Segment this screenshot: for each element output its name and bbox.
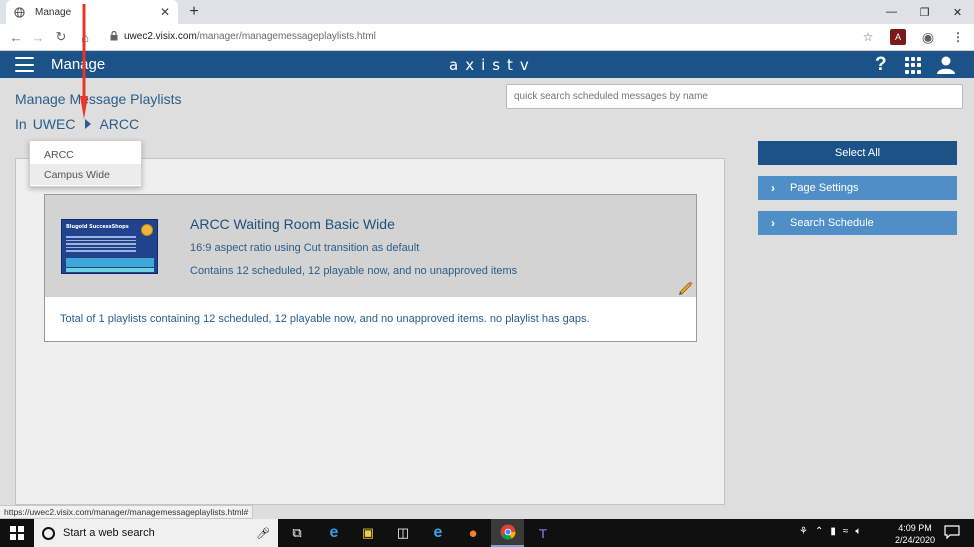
chevron-up-icon[interactable]: ⌃	[815, 526, 823, 537]
breadcrumb-prefix: In	[15, 116, 27, 132]
cortana-icon	[42, 526, 55, 540]
lock-icon	[110, 31, 118, 41]
window-controls: — ❐ ✕	[875, 0, 974, 24]
dropdown-item-campus-wide[interactable]: Campus Wide	[30, 164, 141, 185]
browser-tab-bar: Manage ✕ + — ❐ ✕	[0, 0, 974, 24]
chrome-icon[interactable]	[491, 519, 524, 547]
star-icon[interactable]: ☆	[860, 29, 876, 45]
taskbar-search-label: Start a web search	[63, 527, 155, 539]
url-field[interactable]: uwec2.visix.com/manager/managemessagepla…	[124, 31, 376, 42]
forward-icon[interactable]: →	[30, 29, 46, 45]
breadcrumb-uwec[interactable]: UWEC	[33, 116, 76, 132]
page-settings-button[interactable]: › Page Settings	[758, 176, 957, 200]
notification-icon[interactable]	[944, 525, 960, 539]
thumbnail-title: Blugold SuccessShops	[66, 224, 129, 230]
browser-tab[interactable]: Manage ✕	[6, 0, 178, 24]
location-dropdown: ARCC Campus Wide	[29, 140, 142, 187]
chevron-right-icon: ›	[771, 181, 775, 195]
annotation-arrow-icon	[80, 4, 88, 119]
user-icon[interactable]	[936, 56, 956, 74]
restore-icon[interactable]: ❐	[908, 0, 941, 24]
new-tab-button[interactable]: +	[186, 3, 202, 21]
edit-pencil-icon[interactable]	[677, 278, 694, 295]
battery-icon[interactable]: ▮	[830, 526, 836, 537]
microphone-icon[interactable]: 🎤︎	[256, 527, 270, 540]
wifi-icon[interactable]: ≈	[843, 526, 849, 537]
clock-time: 4:09 PM	[898, 523, 932, 533]
playlist-aspect: 16:9 aspect ratio using Cut transition a…	[190, 242, 420, 254]
taskbar: Start a web search 🎤︎ ⧉ e ▣ ◫ e ● T ⚘ ⌃ …	[0, 519, 974, 547]
app-title: Manage	[51, 56, 106, 73]
playlist-contents: Contains 12 scheduled, 12 playable now, …	[190, 265, 518, 277]
toolbar-icons: ☆ A ◉ ⋮	[860, 29, 966, 45]
playlist-thumbnail[interactable]: Blugold SuccessShops	[61, 219, 158, 274]
pdf-icon[interactable]: A	[890, 29, 906, 45]
task-view-icon[interactable]: ⧉	[288, 524, 306, 542]
clock-date: 2/24/2020	[894, 535, 936, 545]
globe-icon	[14, 6, 25, 18]
minimize-icon[interactable]: —	[875, 0, 908, 24]
search-schedule-label: Search Schedule	[790, 217, 874, 229]
system-tray: ⚘ ⌃ ▮ ≈ 🔈︎	[799, 526, 861, 537]
playlist-title[interactable]: ARCC Waiting Room Basic Wide	[190, 216, 395, 232]
profile-icon[interactable]: ◉	[920, 29, 936, 45]
teams-icon[interactable]: T	[534, 524, 552, 542]
back-icon[interactable]: ←	[8, 29, 24, 45]
select-all-button[interactable]: Select All	[758, 141, 957, 165]
taskbar-clock[interactable]: 4:09 PM 2/24/2020	[892, 522, 938, 546]
apps-grid-icon[interactable]	[905, 57, 922, 74]
menu-icon[interactable]: ⋮	[950, 29, 966, 45]
store-icon[interactable]: ◫	[394, 524, 412, 542]
people-icon[interactable]: ⚘	[799, 526, 808, 537]
url-host: uwec2.visix.com	[124, 31, 197, 42]
firefox-icon[interactable]: ●	[464, 524, 482, 542]
search-input[interactable]	[506, 84, 963, 109]
page-title: Manage Message Playlists	[15, 91, 182, 107]
close-window-icon[interactable]: ✕	[941, 0, 974, 24]
volume-icon[interactable]: 🔈︎	[855, 526, 861, 537]
page-settings-label: Page Settings	[790, 182, 859, 194]
playlist-card-header: Blugold SuccessShops ARCC Waiting Room B…	[45, 195, 696, 297]
windows-start-icon[interactable]	[10, 526, 24, 540]
playlist-card[interactable]: Blugold SuccessShops ARCC Waiting Room B…	[44, 194, 697, 342]
help-icon[interactable]: ?	[875, 54, 887, 76]
close-tab-icon[interactable]: ✕	[160, 5, 170, 19]
ie-icon[interactable]: e	[429, 524, 447, 542]
breadcrumb-arcc[interactable]: ARCC	[99, 116, 139, 132]
select-all-label: Select All	[834, 147, 881, 159]
axistv-logo: axistv	[449, 56, 536, 74]
status-url: https://uwec2.visix.com/manager/manageme…	[0, 505, 254, 519]
breadcrumb-expand-icon[interactable]	[85, 119, 92, 129]
chevron-right-icon: ›	[771, 216, 775, 230]
taskbar-search[interactable]: Start a web search 🎤︎	[34, 519, 278, 547]
search-schedule-button[interactable]: › Search Schedule	[758, 211, 957, 235]
reload-icon[interactable]: ↻	[53, 29, 69, 45]
app-header: Manage axistv ?	[0, 51, 974, 78]
dropdown-item-arcc[interactable]: ARCC	[30, 144, 141, 165]
address-bar: ← → ↻ ⌂ uwec2.visix.com/manager/manageme…	[0, 24, 974, 51]
file-explorer-icon[interactable]: ▣	[359, 524, 377, 542]
edge-icon[interactable]: e	[325, 524, 343, 542]
breadcrumb: In UWEC ARCC	[15, 116, 139, 132]
playlist-summary: Total of 1 playlists containing 12 sched…	[60, 313, 590, 325]
medal-icon	[141, 224, 153, 236]
url-path: /manager/managemessageplaylists.html	[196, 31, 376, 42]
hamburger-menu-icon[interactable]	[15, 57, 34, 72]
tab-title: Manage	[35, 6, 72, 18]
